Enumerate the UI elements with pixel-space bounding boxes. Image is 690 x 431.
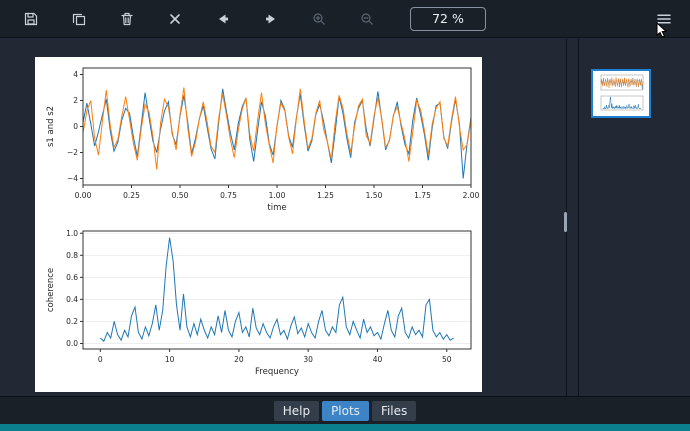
figure-svg: 0.00 0.25 0.50 0.75 1.00 1.25 1.50 1.75 2.00−4−2… xyxy=(46,67,480,377)
svg-text:time: time xyxy=(267,203,286,213)
svg-text:1.0: 1.0 xyxy=(66,229,78,238)
save-icon[interactable] xyxy=(20,8,42,30)
svg-text:1.00: 1.00 xyxy=(269,191,286,200)
svg-text:1.75: 1.75 xyxy=(414,191,431,200)
svg-text:0.00: 0.00 xyxy=(75,191,92,200)
svg-text:30: 30 xyxy=(303,355,313,364)
svg-text:20: 20 xyxy=(234,355,244,364)
svg-text:0.0: 0.0 xyxy=(66,339,78,348)
svg-text:0.2: 0.2 xyxy=(66,317,78,326)
next-plot-icon[interactable] xyxy=(260,8,282,30)
svg-text:1.50: 1.50 xyxy=(366,191,383,200)
zoom-out-icon[interactable] xyxy=(356,8,378,30)
delete-icon[interactable] xyxy=(116,8,138,30)
svg-text:coherence: coherence xyxy=(46,268,56,312)
splitter-handle[interactable] xyxy=(564,212,567,232)
svg-text:0.4: 0.4 xyxy=(66,295,78,304)
tab-help[interactable]: Help xyxy=(273,400,320,421)
svg-text:0.6: 0.6 xyxy=(66,273,78,282)
thumbnail-panel xyxy=(578,39,690,397)
svg-text:4: 4 xyxy=(73,70,78,79)
svg-text:50: 50 xyxy=(442,355,452,364)
svg-text:−4: −4 xyxy=(67,174,78,183)
zoom-level-display: 72 % xyxy=(410,6,486,31)
close-icon[interactable] xyxy=(164,8,186,30)
svg-text:0.50: 0.50 xyxy=(172,191,189,200)
plots-toolbar: 72 % xyxy=(0,0,690,38)
mouse-cursor xyxy=(656,21,670,44)
tab-files[interactable]: Files xyxy=(371,400,417,421)
copy-icon[interactable] xyxy=(68,8,90,30)
plots-pane-window: 72 % 0.00 0.25 0.50 0.75 1.00 1.25 1.50 1.75 2.0… xyxy=(0,0,690,431)
previous-plot-icon[interactable] xyxy=(212,8,234,30)
svg-text:10: 10 xyxy=(165,355,175,364)
plot-thumbnail-preview xyxy=(600,74,644,111)
zoom-in-icon[interactable] xyxy=(308,8,330,30)
figure-canvas: 0.00 0.25 0.50 0.75 1.00 1.25 1.50 1.75 2.00 −4 −2… xyxy=(35,57,482,392)
svg-text:−2: −2 xyxy=(67,148,78,157)
svg-text:0.8: 0.8 xyxy=(66,251,78,260)
pane-tabbar: Help Plots Files xyxy=(0,396,690,424)
status-strip xyxy=(0,424,690,431)
plot-thumbnail[interactable] xyxy=(591,69,651,118)
svg-text:0: 0 xyxy=(73,122,78,131)
svg-text:40: 40 xyxy=(373,355,383,364)
svg-text:2.00: 2.00 xyxy=(463,191,480,200)
svg-text:2: 2 xyxy=(73,96,78,105)
svg-text:1.25: 1.25 xyxy=(317,191,334,200)
svg-text:0.25: 0.25 xyxy=(123,191,140,200)
svg-text:0: 0 xyxy=(98,355,103,364)
svg-text:s1 and s2: s1 and s2 xyxy=(46,106,56,147)
svg-text:0.75: 0.75 xyxy=(220,191,237,200)
tab-plots[interactable]: Plots xyxy=(322,400,369,421)
svg-text:Frequency: Frequency xyxy=(255,367,299,377)
